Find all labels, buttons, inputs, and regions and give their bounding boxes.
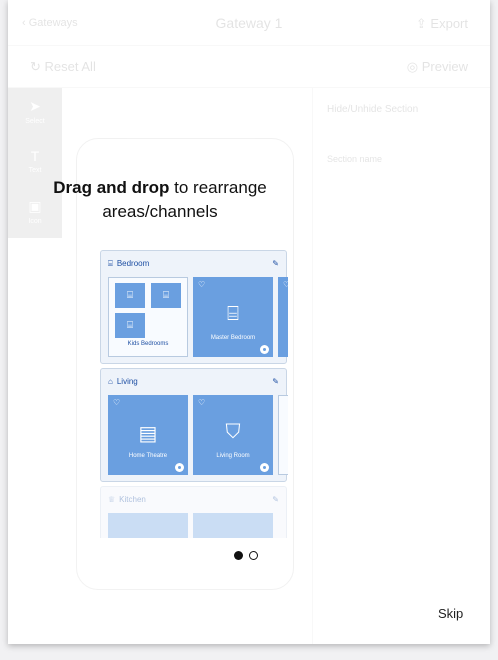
tile-living-room[interactable]: ♡ ⛉ Living Room [193, 395, 273, 475]
bed-icon: ⌸ [151, 283, 181, 308]
sofa-icon: ⌂ [108, 377, 113, 386]
section-title: ♕ Kitchen [108, 495, 146, 504]
bed-icon: ⌸ [227, 303, 239, 325]
skip-button[interactable]: Skip [438, 606, 463, 621]
add-icon[interactable] [260, 345, 269, 354]
export-button[interactable]: ⇪ Export [416, 16, 468, 32]
bed-icon: ⌸ [108, 259, 113, 268]
edit-pencil-icon[interactable]: ✎ [272, 259, 279, 268]
reset-label: Reset All [44, 59, 96, 74]
properties-panel: Hide/Unhide Section Section name [312, 88, 490, 644]
secondary-toolbar: ↻ Reset All ◎ Preview [8, 46, 490, 88]
section-bedroom[interactable]: ⌸ Bedroom ✎ ⌸ ⌸ ⌸ Kids Bedrooms ♡ ⌸ Maste… [100, 250, 288, 364]
tile-partial[interactable]: ♡ [278, 277, 288, 357]
tile-name: Master Bedroom [210, 335, 256, 341]
reset-all-button[interactable]: ↻ Reset All [30, 59, 96, 75]
tile-home-theatre[interactable]: ♡ ▤ Home Theatre [108, 395, 188, 475]
bed-icon: ⌸ [115, 283, 145, 308]
demo-layout: ⌸ Bedroom ✎ ⌸ ⌸ ⌸ Kids Bedrooms ♡ ⌸ Maste… [92, 250, 288, 538]
tile-kitchen-2[interactable] [193, 513, 273, 538]
export-label: Export [430, 16, 468, 31]
edit-pencil-icon[interactable]: ✎ [272, 377, 279, 386]
add-icon[interactable] [260, 463, 269, 472]
tool-select[interactable]: ➤ Select [8, 90, 62, 138]
tv-icon: ▤ [138, 423, 158, 445]
section-name-label: Section name [327, 154, 383, 164]
section-kitchen[interactable]: ♕ Kitchen ✎ [100, 486, 287, 538]
page-indicator [234, 547, 264, 561]
chef-icon: ♕ [108, 495, 116, 504]
section-living[interactable]: ⌂ Living ✎ ♡ ▤ Home Theatre ♡ ⛉ Living Ro… [100, 368, 288, 482]
heart-icon[interactable]: ♡ [113, 398, 120, 407]
group-name: Kids Bedrooms [127, 341, 169, 347]
tile-master-bedroom[interactable]: ♡ ⌸ Master Bedroom [193, 277, 273, 357]
add-icon[interactable] [175, 463, 184, 472]
onboarding-headline: Drag and drop to rearrange areas/channel… [8, 176, 312, 224]
tile-name: Living Room [216, 453, 250, 459]
preview-button[interactable]: ◎ Preview [407, 59, 468, 75]
lamp-icon: ⛉ [225, 421, 241, 443]
heart-icon[interactable]: ♡ [198, 280, 205, 289]
section-title-text: Bedroom [116, 259, 150, 268]
app-frame: ‹ Gateways Gateway 1 ⇪ Export ↻ Reset Al… [8, 0, 490, 644]
group-kids-bedrooms[interactable]: ⌸ ⌸ ⌸ Kids Bedrooms [108, 277, 188, 357]
section-title: ⌂ Living [108, 377, 138, 386]
headline-bold: Drag and drop [53, 178, 170, 197]
export-icon: ⇪ [415, 16, 427, 31]
tile-kitchen-1[interactable] [108, 513, 188, 538]
tool-label: Text [28, 167, 42, 174]
group-partial[interactable] [278, 395, 288, 475]
hide-unhide-toggle[interactable]: Hide/Unhide Section [327, 104, 418, 115]
text-icon: T [30, 148, 40, 164]
section-title: ⌸ Bedroom [108, 259, 149, 269]
preview-label: Preview [421, 59, 468, 74]
tile-name: Home Theatre [128, 453, 168, 459]
eye-icon: ◎ [406, 59, 419, 74]
edit-pencil-icon[interactable]: ✎ [272, 495, 279, 504]
tool-label: Select [25, 118, 45, 125]
top-bar: ‹ Gateways Gateway 1 ⇪ Export [8, 0, 490, 46]
reset-icon: ↻ [30, 59, 41, 74]
section-title-text: Kitchen [119, 495, 146, 504]
heart-icon[interactable]: ♡ [198, 398, 205, 407]
bed-icon: ⌸ [115, 313, 145, 338]
heart-icon[interactable]: ♡ [283, 280, 288, 289]
cursor-icon: ➤ [29, 98, 41, 114]
section-title-text: Living [116, 377, 138, 386]
